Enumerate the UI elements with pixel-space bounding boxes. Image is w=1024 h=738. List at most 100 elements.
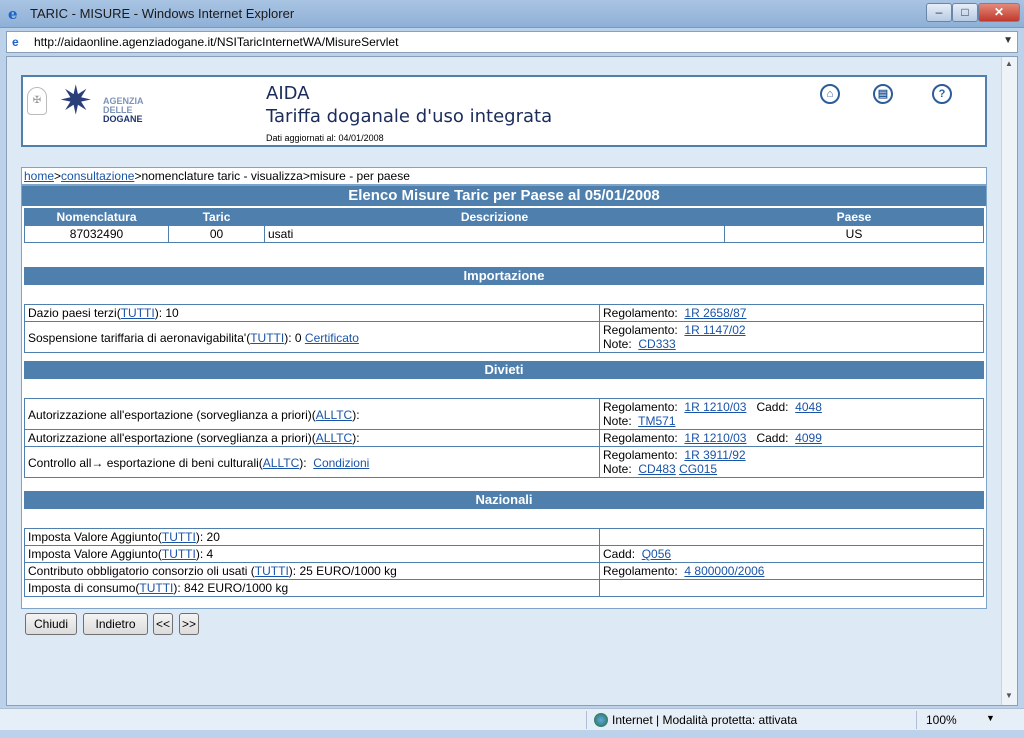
table-row: Imposta Valore Aggiunto(TUTTI): 4 Cadd: … — [24, 545, 984, 563]
legal-cell: Regolamento: 1R 1210/03 Cadd: 4048 Note: … — [599, 398, 984, 430]
breadcrumb-current: >nomenclature taric - visualizza>misure … — [134, 169, 410, 183]
certificate-link[interactable]: Certificato — [305, 331, 359, 345]
geo-link[interactable]: TUTTI — [139, 581, 173, 595]
breadcrumb-separator: > — [54, 169, 62, 183]
importazione-table: Dazio paesi terzi(TUTTI): 10 Regolamento… — [24, 304, 984, 353]
data-updated: Dati aggiornati al: 04/01/2008 — [266, 133, 384, 143]
legal-cell: Cadd: Q056 — [599, 545, 984, 563]
geo-link[interactable]: TUTTI — [162, 530, 196, 544]
note-link[interactable]: TM571 — [638, 414, 675, 428]
app-subtitle: Tariffa doganale d'uso integrata — [266, 106, 553, 127]
legal-cell — [599, 579, 984, 597]
conditions-link[interactable]: Condizioni — [313, 456, 369, 470]
table-row: Imposta di consumo(TUTTI): 842 EURO/1000… — [24, 579, 984, 597]
table-row: Controllo all→ esportazione di beni cult… — [24, 446, 984, 478]
section-divieti: Divieti — [24, 361, 984, 379]
legal-cell: Regolamento: 1R 1210/03 Cadd: 4099 — [599, 429, 984, 447]
scroll-down-icon[interactable]: ▼ — [1005, 691, 1013, 700]
maximize-button[interactable]: □ — [952, 3, 978, 22]
col-header: Paese — [724, 208, 984, 226]
item-table: Nomenclatura Taric Descrizione Paese 870… — [24, 208, 984, 243]
regulation-link[interactable]: 1R 1210/03 — [684, 431, 746, 445]
address-dropdown-icon[interactable]: ▼ — [1003, 35, 1013, 46]
table-row: 87032490 00 usati US — [24, 225, 984, 243]
page-viewport: ✠ ✷ AGENZIA DELLE DOGANE AIDA Tariffa do… — [6, 56, 1018, 706]
minimize-button[interactable]: – — [926, 3, 952, 22]
regulation-link[interactable]: 1R 3911/92 — [684, 448, 745, 462]
internet-zone-icon — [594, 713, 608, 727]
breadcrumb-home-link[interactable]: home — [24, 169, 54, 183]
geo-link[interactable]: TUTTI — [162, 547, 196, 561]
page-header: ✠ ✷ AGENZIA DELLE DOGANE AIDA Tariffa do… — [21, 75, 987, 147]
measure-cell: Imposta Valore Aggiunto(TUTTI): 4 — [24, 545, 600, 563]
help-icon[interactable]: ? — [932, 84, 952, 104]
geo-link[interactable]: ALLTC — [263, 456, 299, 470]
table-row: Dazio paesi terzi(TUTTI): 10 Regolamento… — [24, 304, 984, 322]
indietro-button[interactable]: Indietro — [83, 613, 148, 635]
note-link[interactable]: CG015 — [679, 462, 717, 476]
table-row: Contributo obbligatorio consorzio oli us… — [24, 562, 984, 580]
nazionali-table: Imposta Valore Aggiunto(TUTTI): 20 Impos… — [24, 528, 984, 597]
table-row: Autorizzazione all'esportazione (sorvegl… — [24, 429, 984, 447]
vertical-scrollbar[interactable]: ▲ ▼ — [1001, 57, 1017, 705]
title-bar: e TARIC - MISURE - Windows Internet Expl… — [0, 0, 1024, 28]
browser-window: e TARIC - MISURE - Windows Internet Expl… — [0, 0, 1024, 738]
divieti-table: Autorizzazione all'esportazione (sorvegl… — [24, 398, 984, 478]
geo-link[interactable]: TUTTI — [250, 331, 284, 345]
geo-link[interactable]: TUTTI — [255, 564, 289, 578]
nomenclatura-cell: 87032490 — [24, 225, 169, 243]
regulation-link[interactable]: 4 800000/2006 — [684, 564, 764, 578]
zoom-level[interactable]: 100% — [926, 713, 957, 727]
regulation-link[interactable]: 1R 1210/03 — [684, 400, 746, 414]
geo-link[interactable]: ALLTC — [316, 431, 352, 445]
legal-cell: Regolamento: 1R 1147/02 Note: CD333 — [599, 321, 984, 353]
col-header: Taric — [168, 208, 265, 226]
cadd-link[interactable]: 4048 — [795, 400, 822, 414]
cadd-link[interactable]: Q056 — [642, 547, 671, 561]
address-bar[interactable]: e http://aidaonline.agenziadogane.it/NSI… — [6, 31, 1018, 53]
page-title: Elenco Misure Taric per Paese al 05/01/2… — [22, 186, 986, 206]
print-icon[interactable]: ▤ — [873, 84, 893, 104]
descrizione-cell: usati — [264, 225, 725, 243]
col-header: Nomenclatura — [24, 208, 169, 226]
next-page-button[interactable]: >> — [179, 613, 199, 635]
ie-icon: e — [8, 5, 18, 23]
regulation-link[interactable]: 1R 2658/87 — [684, 306, 746, 320]
geo-link[interactable]: ALLTC — [316, 408, 352, 422]
table-header-row: Nomenclatura Taric Descrizione Paese — [24, 208, 984, 226]
measures-panel: Elenco Misure Taric per Paese al 05/01/2… — [21, 185, 987, 609]
section-importazione: Importazione — [24, 267, 984, 285]
geo-link[interactable]: TUTTI — [121, 306, 155, 320]
chiudi-button[interactable]: Chiudi — [25, 613, 77, 635]
prev-page-button[interactable]: << — [153, 613, 173, 635]
breadcrumb: home>consultazione>nomenclature taric - … — [21, 167, 987, 185]
home-icon[interactable]: ⌂ — [820, 84, 840, 104]
col-header: Descrizione — [264, 208, 725, 226]
note-link[interactable]: CD333 — [638, 337, 675, 351]
regulation-link[interactable]: 1R 1147/02 — [684, 323, 745, 337]
logo-line3: DOGANE — [103, 114, 143, 124]
paese-cell: US — [724, 225, 984, 243]
table-row: Autorizzazione all'esportazione (sorvegl… — [24, 398, 984, 430]
status-bar: Internet | Modalità protetta: attivata 1… — [0, 708, 1024, 730]
cadd-link[interactable]: 4099 — [795, 431, 822, 445]
section-nazionali: Nazionali — [24, 491, 984, 509]
measure-cell: Sospensione tariffaria di aeronavigabili… — [24, 321, 600, 353]
measure-cell: Contributo obbligatorio consorzio oli us… — [24, 562, 600, 580]
legal-cell: Regolamento: 1R 3911/92 Note: CD483 CG015 — [599, 446, 984, 478]
page-icon: e — [12, 35, 19, 49]
measure-cell: Imposta di consumo(TUTTI): 842 EURO/1000… — [24, 579, 600, 597]
agency-logo-text: AGENZIA DELLE DOGANE — [103, 97, 144, 124]
zoom-dropdown-icon[interactable]: ▼ — [986, 713, 995, 723]
breadcrumb-consultazione-link[interactable]: consultazione — [61, 169, 134, 183]
legal-cell: Regolamento: 4 800000/2006 — [599, 562, 984, 580]
scroll-up-icon[interactable]: ▲ — [1005, 59, 1013, 68]
agency-star-logo-icon: ✷ — [59, 79, 93, 123]
url-text[interactable]: http://aidaonline.agenziadogane.it/NSITa… — [34, 35, 398, 49]
close-window-button[interactable]: ✕ — [978, 3, 1020, 22]
measure-cell: Imposta Valore Aggiunto(TUTTI): 20 — [24, 528, 600, 546]
legal-cell: Regolamento: 1R 2658/87 — [599, 304, 984, 322]
measure-cell: Dazio paesi terzi(TUTTI): 10 — [24, 304, 600, 322]
note-link[interactable]: CD483 — [638, 462, 675, 476]
legal-cell — [599, 528, 984, 546]
